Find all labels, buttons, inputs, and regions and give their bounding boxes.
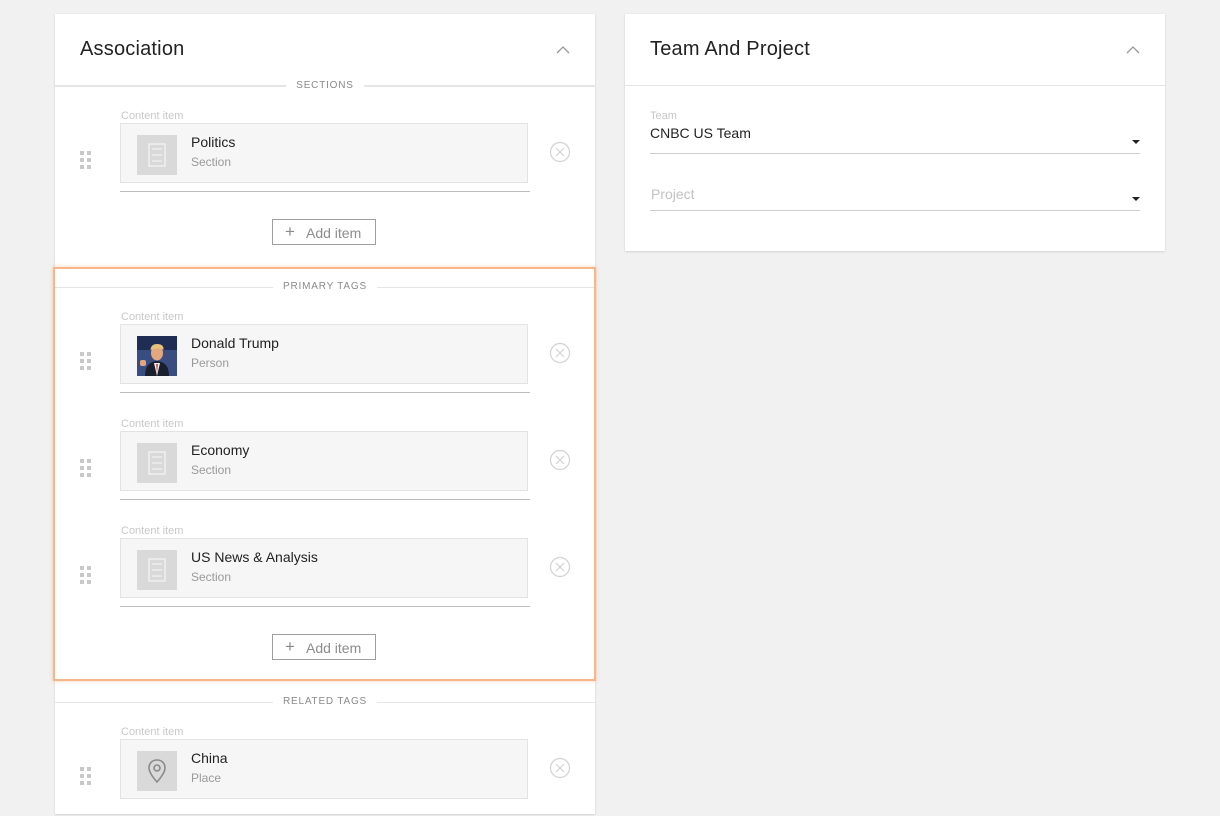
drag-handle-icon[interactable]	[79, 351, 93, 371]
item-type: Section	[191, 155, 232, 169]
item-type: Section	[191, 570, 232, 584]
primary-tags-divider: PRIMARY TAGS	[55, 279, 595, 295]
association-header: Association	[55, 14, 595, 86]
collapse-association-button[interactable]	[553, 40, 573, 60]
drag-handle-icon[interactable]	[79, 458, 93, 478]
add-section-item-button[interactable]: + Add item	[272, 219, 376, 245]
project-placeholder: Project	[651, 186, 695, 202]
content-item-donald-trump[interactable]: Donald Trump Person	[120, 324, 528, 384]
content-item-label: Content item	[121, 418, 184, 430]
section-icon	[137, 135, 177, 175]
section-icon	[137, 550, 177, 590]
drag-handle-icon[interactable]	[79, 150, 93, 170]
item-name: Politics	[191, 134, 236, 150]
item-name: China	[191, 750, 228, 766]
drag-handle-icon[interactable]	[79, 766, 93, 786]
list-item: Content item US News & Analysis Section	[55, 525, 595, 615]
item-name: Economy	[191, 442, 250, 458]
item-type: Section	[191, 463, 232, 477]
content-item-label: Content item	[121, 726, 184, 738]
team-label: Team	[650, 110, 677, 122]
drag-handle-icon[interactable]	[79, 565, 93, 585]
remove-item-button[interactable]	[549, 757, 571, 779]
close-circle-icon	[549, 342, 571, 364]
remove-item-button[interactable]	[549, 449, 571, 471]
close-circle-icon	[549, 556, 571, 578]
team-project-card: Team And Project Team CNBC US Team Proje…	[625, 14, 1165, 251]
list-item: Content item Politics Section	[55, 110, 595, 200]
location-pin-icon	[137, 751, 177, 791]
content-item-label: Content item	[121, 525, 184, 537]
close-circle-icon	[549, 449, 571, 471]
content-item-us-news[interactable]: US News & Analysis Section	[120, 538, 528, 598]
remove-item-button[interactable]	[549, 556, 571, 578]
item-name: US News & Analysis	[191, 549, 318, 565]
item-type: Place	[191, 771, 222, 785]
close-circle-icon	[549, 757, 571, 779]
item-type: Person	[191, 356, 230, 370]
content-item-economy[interactable]: Economy Section	[120, 431, 528, 491]
person-photo	[137, 336, 177, 376]
association-title: Association	[80, 38, 185, 60]
add-primary-tag-button[interactable]: + Add item	[272, 634, 376, 660]
primary-tags-label: PRIMARY TAGS	[273, 279, 377, 295]
section-icon	[137, 443, 177, 483]
chevron-up-icon	[1126, 46, 1140, 54]
remove-item-button[interactable]	[549, 141, 571, 163]
association-card: Association SECTIONS Content item Politi…	[55, 14, 595, 814]
related-tags-label: RELATED TAGS	[272, 694, 378, 710]
content-item-label: Content item	[121, 311, 184, 323]
dropdown-arrow-icon	[1132, 140, 1140, 144]
team-project-header: Team And Project	[625, 14, 1165, 86]
dropdown-arrow-icon	[1132, 197, 1140, 201]
list-item: Content item Donald Trump Person	[55, 311, 595, 401]
plus-icon: +	[285, 637, 295, 656]
chevron-up-icon	[556, 46, 570, 54]
team-value: CNBC US Team	[650, 125, 751, 141]
sections-label: SECTIONS	[286, 78, 364, 94]
related-tags-divider: RELATED TAGS	[55, 694, 595, 710]
content-item-label: Content item	[121, 110, 184, 122]
content-item-politics[interactable]: Politics Section	[120, 123, 528, 183]
team-select[interactable]: Team CNBC US Team	[650, 110, 1140, 154]
list-item: Content item China Place	[55, 726, 595, 816]
project-select[interactable]: Project	[650, 186, 1140, 212]
close-circle-icon	[549, 141, 571, 163]
sections-divider: SECTIONS	[55, 78, 595, 94]
collapse-team-project-button[interactable]	[1123, 40, 1143, 60]
item-name: Donald Trump	[191, 335, 279, 351]
team-project-title: Team And Project	[650, 38, 810, 60]
remove-item-button[interactable]	[549, 342, 571, 364]
list-item: Content item Economy Section	[55, 418, 595, 508]
content-item-china[interactable]: China Place	[120, 739, 528, 799]
plus-icon: +	[285, 222, 295, 241]
